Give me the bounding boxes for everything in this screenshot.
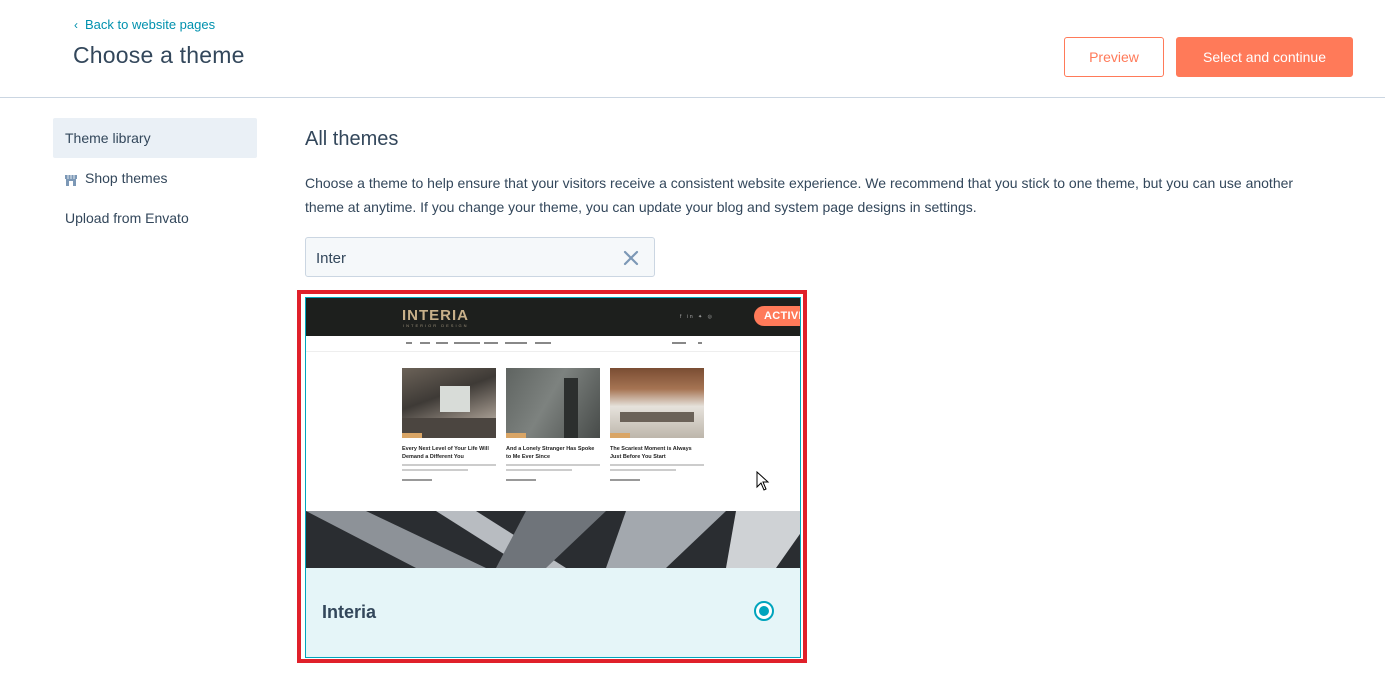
radio-selected-dot	[759, 606, 769, 616]
preview-nav	[306, 336, 800, 352]
preview-social-icons: f in ✦ ◎	[680, 314, 715, 320]
theme-search-input[interactable]	[316, 247, 606, 269]
section-description: Choose a theme to help ensure that your …	[305, 175, 1294, 215]
back-to-website-pages-link[interactable]: ‹ Back to website pages	[74, 17, 215, 32]
sidebar-item-upload-from-envato[interactable]: Upload from Envato	[53, 198, 257, 238]
theme-select-radio[interactable]	[754, 601, 774, 621]
preview-tagline: INTERIOR DESIGN	[403, 323, 469, 328]
theme-preview-thumbnail: INTERIA INTERIOR DESIGN f in ✦ ◎ ACTIVE	[306, 298, 800, 568]
section-title: All themes	[305, 128, 399, 150]
preview-topbar: INTERIA INTERIOR DESIGN f in ✦ ◎	[306, 298, 800, 336]
theme-card-highlight: INTERIA INTERIOR DESIGN f in ✦ ◎ ACTIVE	[297, 290, 807, 663]
preview-post-title: The Scariest Moment is Always Just Befor…	[610, 446, 692, 460]
preview-post-title: Every Next Level of Your Life Will Deman…	[402, 446, 489, 460]
theme-name: Interia	[322, 602, 377, 622]
theme-card-interia[interactable]: INTERIA INTERIOR DESIGN f in ✦ ◎ ACTIVE	[305, 297, 801, 658]
clear-search-icon[interactable]	[622, 249, 640, 267]
page-header: ‹ Back to website pages Choose a theme P…	[0, 0, 1385, 98]
theme-card-footer: Interia	[306, 568, 800, 657]
active-badge: ACTIVE	[754, 306, 800, 326]
preview-button[interactable]: Preview	[1064, 37, 1164, 77]
sidebar-item-label: Upload from Envato	[65, 210, 189, 226]
preview-posts: Every Next Level of Your Life Will Deman…	[402, 368, 712, 488]
preview-post: And a Lonely Stranger Has Spoke to Me Ev…	[506, 368, 600, 481]
preview-banner-image	[306, 511, 800, 568]
store-icon	[65, 173, 77, 186]
sidebar-item-label: Shop themes	[85, 170, 168, 186]
chevron-left-icon: ‹	[74, 17, 78, 32]
sidebar-item-label: Theme library	[65, 130, 151, 146]
select-and-continue-button[interactable]: Select and continue	[1176, 37, 1353, 77]
page-title: Choose a theme	[73, 42, 245, 68]
preview-logo: INTERIA	[402, 307, 469, 324]
theme-search	[305, 237, 655, 277]
mouse-cursor-icon	[756, 470, 770, 491]
preview-post: The Scariest Moment is Always Just Befor…	[610, 368, 704, 481]
sidebar-item-shop-themes[interactable]: Shop themes	[53, 158, 257, 198]
sidebar-item-theme-library[interactable]: Theme library	[53, 118, 257, 158]
preview-post: Every Next Level of Your Life Will Deman…	[402, 368, 496, 481]
back-link-label: Back to website pages	[85, 17, 216, 32]
sidebar-nav: Theme library Shop themes Upload from En…	[53, 118, 257, 238]
preview-post-title: And a Lonely Stranger Has Spoke to Me Ev…	[506, 446, 595, 460]
